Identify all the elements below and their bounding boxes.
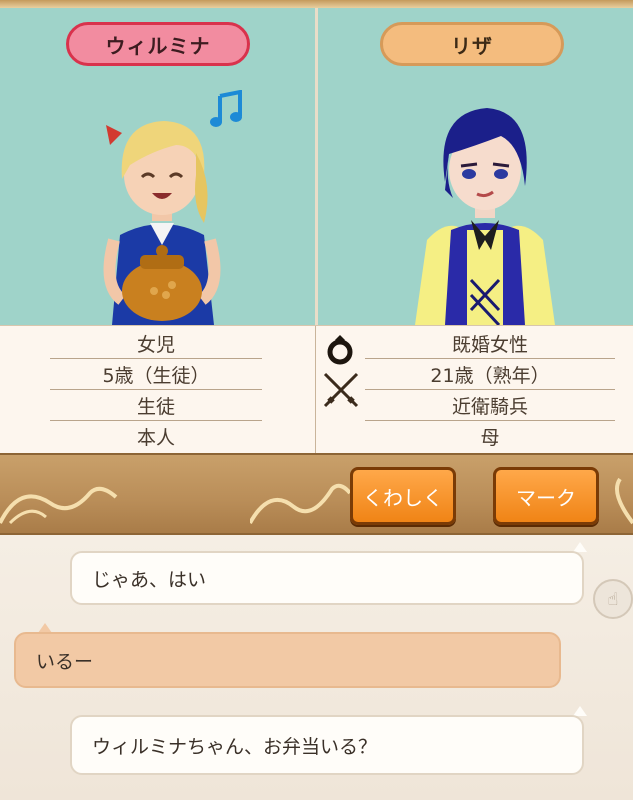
left-character-name: ウィルミナ xyxy=(66,22,250,66)
action-bar: くわしく マーク xyxy=(0,453,633,535)
right-info-column: 既婚女性 21歳（熟年） 近衛騎兵 母 xyxy=(317,326,633,454)
ornament-right-decoration xyxy=(615,477,633,525)
right-info-relation: 母 xyxy=(480,427,500,449)
right-character-name: リザ xyxy=(380,22,564,66)
info-table: 女児 5歳（生徒） 生徒 本人 既婚女性 21歳（熟年） 近衛騎兵 母 xyxy=(0,325,633,454)
right-info-age: 21歳（熟年） xyxy=(365,359,615,390)
ornament-center-decoration xyxy=(250,483,350,524)
left-info-job: 生徒 xyxy=(50,390,262,421)
right-info-gender: 既婚女性 xyxy=(365,328,615,359)
left-character-pane[interactable]: ウィルミナ xyxy=(0,8,316,325)
top-frame xyxy=(0,0,633,8)
mark-button[interactable]: マーク xyxy=(493,467,599,525)
info-divider xyxy=(315,326,316,454)
right-character-avatar xyxy=(415,108,555,325)
left-info-gender: 女児 xyxy=(50,328,262,359)
left-info-age: 5歳（生徒） xyxy=(50,359,262,390)
ornament-left-decoration xyxy=(0,486,118,525)
hand-tap-icon[interactable]: ☝ xyxy=(593,579,633,619)
details-button[interactable]: くわしく xyxy=(350,467,456,525)
chat-message: ウィルミナちゃん、お弁当いる？ xyxy=(70,715,584,775)
left-info-column: 女児 5歳（生徒） 生徒 本人 xyxy=(0,326,316,454)
portrait-area: ウィルミナ リザ xyxy=(0,0,633,325)
right-character-pane[interactable]: リザ xyxy=(317,8,633,325)
left-character-avatar xyxy=(103,121,221,325)
chat-message: いるー xyxy=(14,632,561,688)
left-info-relation: 本人 xyxy=(136,427,175,449)
right-info-job: 近衛騎兵 xyxy=(365,390,615,421)
chat-log[interactable]: じゃあ、はい いるー ウィルミナちゃん、お弁当いる？ xyxy=(0,535,633,800)
chat-message: じゃあ、はい xyxy=(70,551,584,605)
